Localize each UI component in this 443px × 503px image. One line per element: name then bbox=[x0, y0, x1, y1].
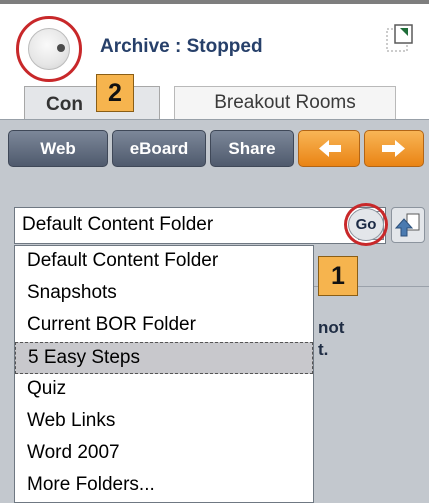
dropdown-option[interactable]: Web Links bbox=[15, 406, 313, 438]
folder-select-value: Default Content Folder bbox=[22, 214, 214, 235]
share-button[interactable]: Share bbox=[210, 130, 294, 167]
archive-status-label: Archive : Stopped bbox=[100, 36, 263, 57]
dropdown-option-selected[interactable]: 5 Easy Steps bbox=[15, 342, 313, 374]
window-right-edge bbox=[429, 0, 443, 503]
upload-icon bbox=[394, 213, 420, 237]
obscured-text-line: not bbox=[318, 318, 345, 337]
highlight-ring-go bbox=[344, 203, 388, 246]
dropdown-option[interactable]: More Folders... bbox=[15, 470, 313, 502]
highlight-ring-record bbox=[16, 16, 82, 82]
callout-badge-1: 1 bbox=[318, 256, 358, 296]
back-button[interactable] bbox=[298, 130, 360, 167]
callout-badge-2: 2 bbox=[96, 74, 134, 112]
tab-breakout-rooms[interactable]: Breakout Rooms bbox=[174, 86, 396, 120]
forward-button[interactable] bbox=[364, 130, 424, 167]
upload-button[interactable] bbox=[391, 207, 425, 243]
web-button[interactable]: Web bbox=[8, 130, 108, 167]
left-arrow-icon bbox=[319, 140, 341, 157]
right-arrow-icon bbox=[382, 140, 405, 157]
obscured-text-line: t. bbox=[318, 340, 329, 359]
folder-dropdown-list: Default Content Folder Snapshots Current… bbox=[14, 245, 314, 503]
eboard-button[interactable]: eBoard bbox=[112, 130, 206, 167]
dropdown-option[interactable]: Snapshots bbox=[15, 278, 313, 310]
tab-content[interactable] bbox=[24, 86, 160, 120]
dropdown-option[interactable]: Word 2007 bbox=[15, 438, 313, 470]
popout-window-icon[interactable] bbox=[386, 24, 414, 54]
tab-content-label: Con bbox=[46, 94, 83, 115]
dropdown-option[interactable]: Quiz bbox=[15, 374, 313, 406]
dropdown-option[interactable]: Current BOR Folder bbox=[15, 310, 313, 342]
dropdown-option[interactable]: Default Content Folder bbox=[15, 246, 313, 278]
